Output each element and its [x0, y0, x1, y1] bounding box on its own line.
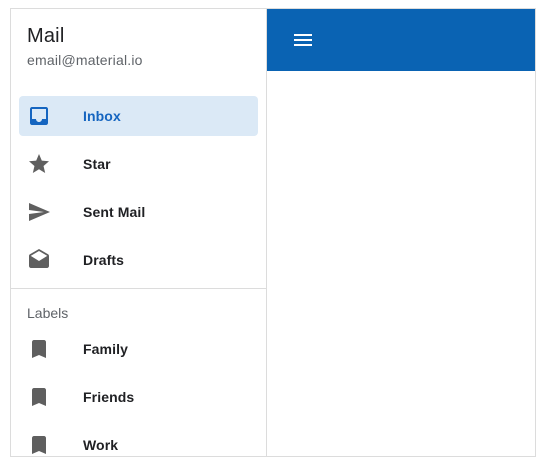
- bookmark-icon: [27, 433, 51, 457]
- navigation-drawer: Mail email@material.io Inbox Star Sent M…: [11, 9, 267, 456]
- inbox-icon: [27, 104, 51, 128]
- nav-item-star[interactable]: Star: [19, 144, 258, 184]
- drawer-title: Mail: [27, 25, 65, 47]
- drawer-subtitle: email@material.io: [27, 52, 143, 68]
- nav-item-drafts[interactable]: Drafts: [19, 240, 258, 280]
- nav-item-inbox[interactable]: Inbox: [19, 96, 258, 136]
- main-content: [267, 9, 535, 456]
- bookmark-icon: [27, 385, 51, 409]
- drawer-header: Mail email@material.io: [11, 9, 266, 84]
- nav-item-label: Work: [83, 437, 119, 453]
- bookmark-icon: [27, 337, 51, 361]
- drafts-icon: [27, 248, 51, 272]
- nav-item-family[interactable]: Family: [19, 329, 258, 369]
- nav-item-label: Friends: [83, 389, 135, 405]
- send-icon: [27, 200, 51, 224]
- primary-nav-list: Inbox Star Sent Mail Drafts: [11, 96, 266, 280]
- nav-item-label: Star: [83, 156, 111, 172]
- top-app-bar: [267, 9, 535, 71]
- nav-item-label: Sent Mail: [83, 204, 146, 220]
- nav-item-label: Inbox: [83, 108, 121, 124]
- labels-subheader: Labels: [27, 305, 69, 321]
- nav-item-work[interactable]: Work: [19, 425, 258, 465]
- nav-item-label: Family: [83, 341, 128, 357]
- nav-item-friends[interactable]: Friends: [19, 377, 258, 417]
- labels-section: Labels Family Friends Work: [11, 289, 266, 465]
- menu-icon[interactable]: [291, 28, 315, 52]
- app-frame: Mail email@material.io Inbox Star Sent M…: [10, 8, 536, 457]
- nav-item-sent-mail[interactable]: Sent Mail: [19, 192, 258, 232]
- star-icon: [27, 152, 51, 176]
- nav-item-label: Drafts: [83, 252, 125, 268]
